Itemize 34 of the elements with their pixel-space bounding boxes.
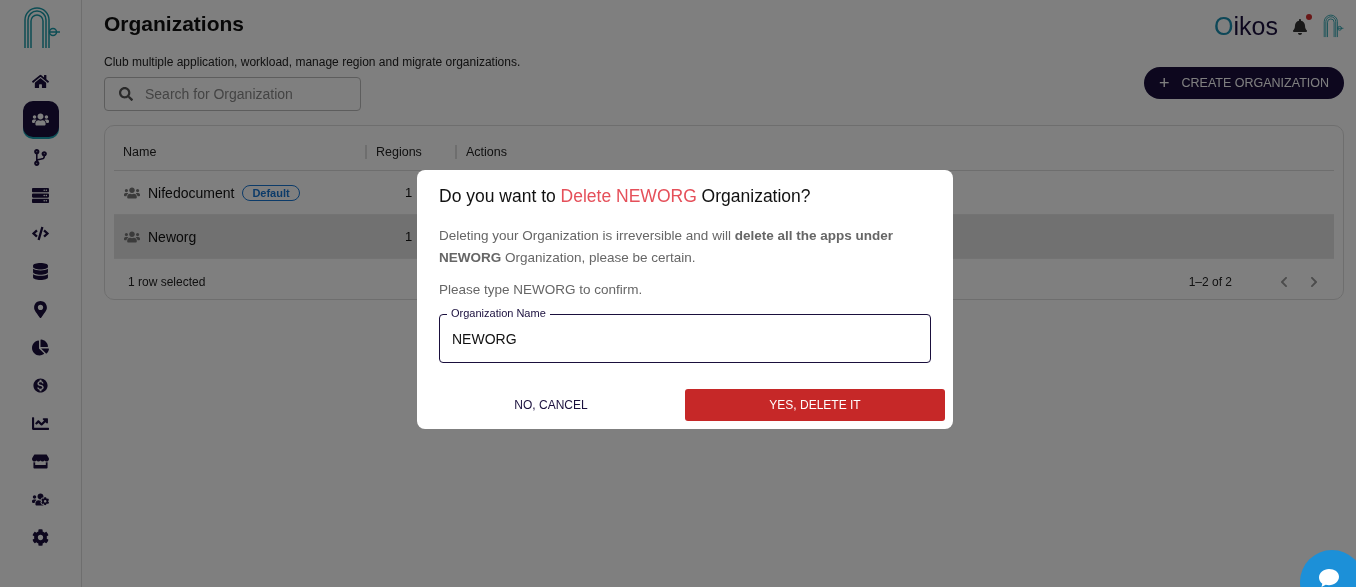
dialog-title: Do you want to Delete NEWORG Organization? bbox=[439, 186, 812, 207]
home-icon bbox=[32, 72, 49, 90]
code-icon bbox=[32, 224, 49, 242]
confirm-prompt: Please type NEWORG to confirm. bbox=[439, 282, 644, 297]
column-header[interactable]: Actions bbox=[455, 145, 545, 159]
chat-bubble-icon bbox=[1318, 568, 1340, 587]
pagination-range: 1–2 of 2 bbox=[1188, 275, 1232, 289]
regions-count: 1 bbox=[405, 229, 413, 244]
server-icon bbox=[32, 186, 49, 204]
organization-name: Neworg bbox=[148, 228, 197, 245]
regions-count: 1 bbox=[405, 185, 413, 200]
line-chart-icon bbox=[32, 414, 49, 432]
organization-name: Nifedocument bbox=[148, 184, 235, 201]
column-header[interactable]: Name bbox=[114, 145, 365, 159]
column-header[interactable]: Regions bbox=[365, 145, 455, 159]
search-icon bbox=[119, 87, 133, 101]
cancel-button[interactable]: NO, CANCEL bbox=[439, 389, 663, 421]
page-subtitle: Club multiple application, workload, manage region and migrate organizations. bbox=[104, 55, 521, 69]
create-organization-button[interactable]: + CREATE ORGANIZATION bbox=[1144, 67, 1344, 99]
selection-count: 1 row selected bbox=[128, 275, 206, 289]
dollar-coin-icon bbox=[32, 376, 49, 394]
brand-name: Oikos bbox=[1214, 12, 1278, 41]
logo-icon bbox=[1322, 14, 1344, 39]
search-field[interactable]: Search for Organization bbox=[104, 77, 361, 111]
page-title: Organizations bbox=[104, 12, 246, 36]
branch-icon bbox=[32, 148, 49, 166]
field-label: Organization Name bbox=[447, 307, 550, 320]
sidebar-item[interactable] bbox=[22, 101, 59, 137]
location-pin-icon bbox=[32, 300, 49, 318]
pie-chart-icon bbox=[32, 338, 49, 356]
store-icon bbox=[32, 452, 49, 470]
delete-button[interactable]: YES, DELETE IT bbox=[685, 389, 945, 421]
settings-icon bbox=[32, 528, 49, 546]
database-icon bbox=[32, 262, 49, 280]
